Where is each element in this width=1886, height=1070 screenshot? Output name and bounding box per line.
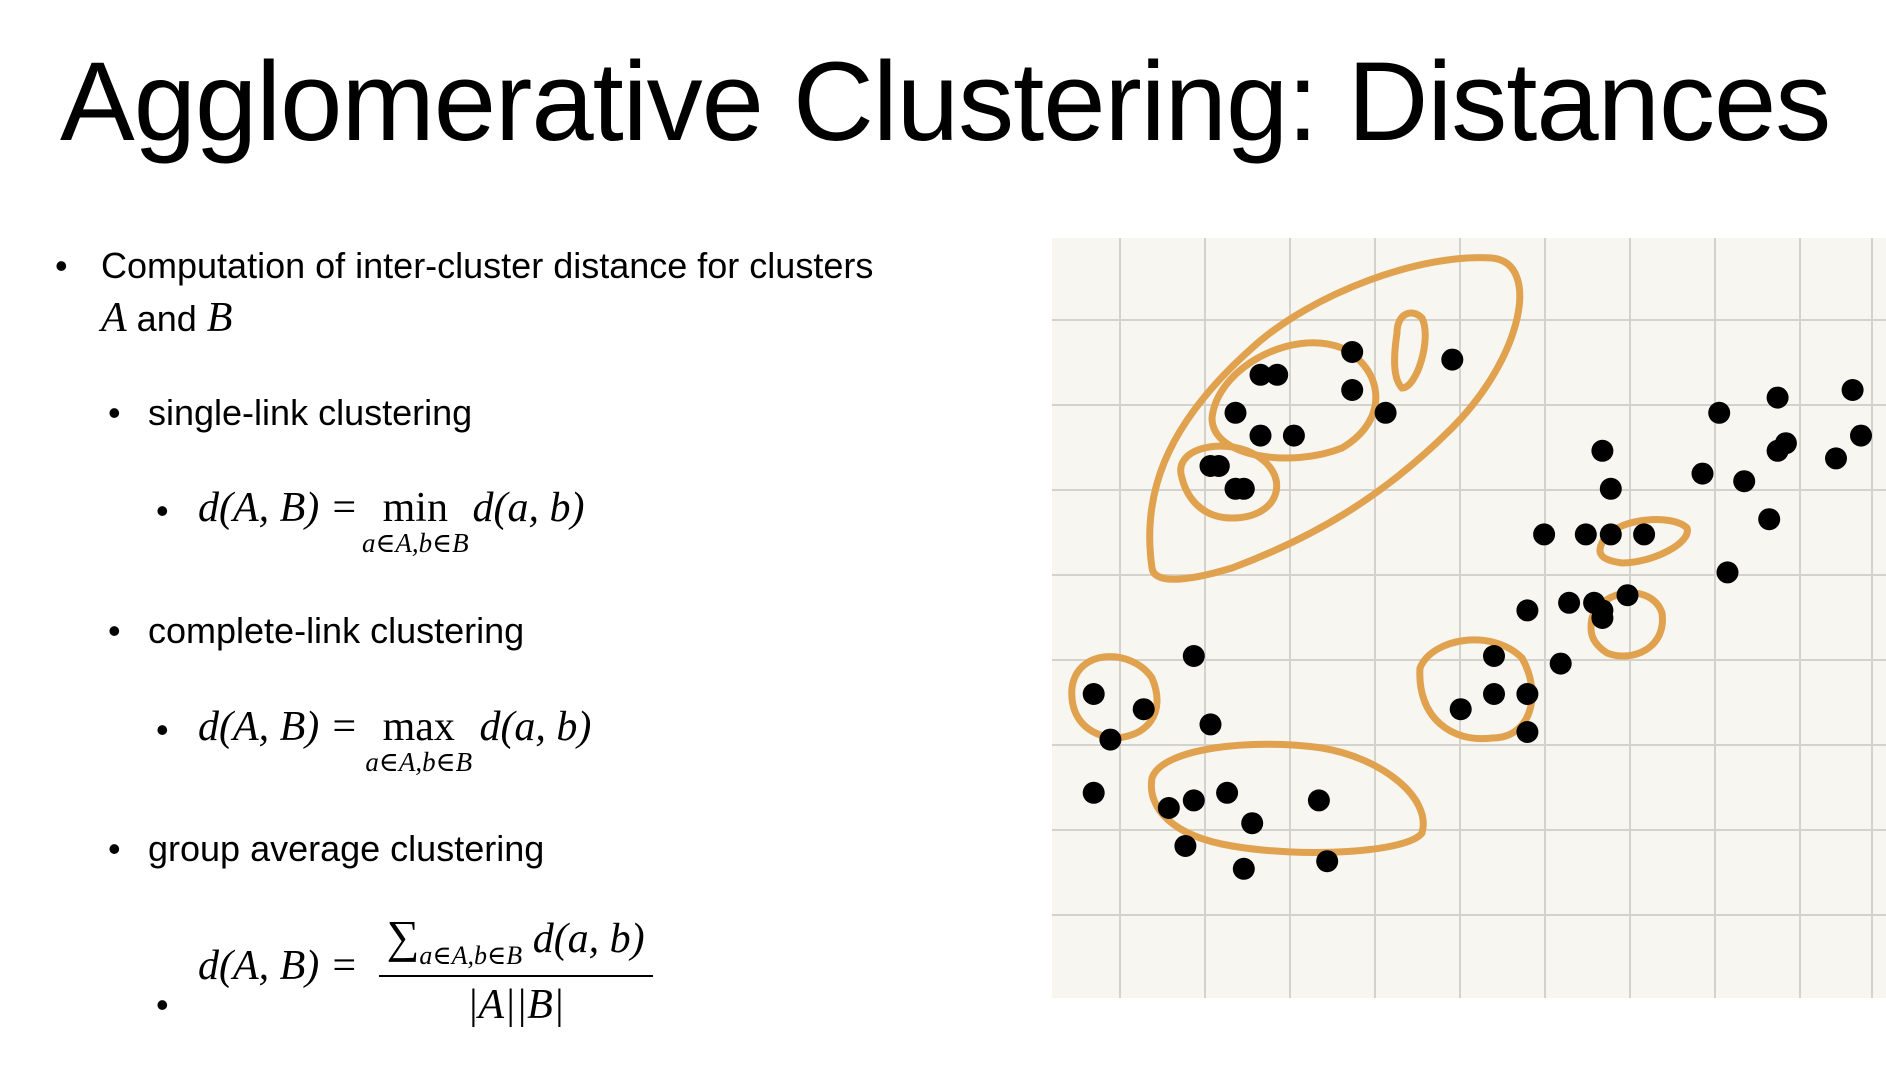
data-point — [1574, 523, 1597, 546]
intro-and: and — [136, 298, 197, 339]
graph-paper — [1052, 238, 1886, 998]
formula-operator: min — [382, 485, 448, 531]
formula-operator: max — [382, 704, 455, 750]
formula-complete-link: • d(A, B) = max a∈A,b∈B d(a, b) — [156, 704, 592, 777]
fraction-denominator: |A||B| — [466, 982, 565, 1028]
data-point — [1224, 401, 1247, 424]
data-point — [1599, 523, 1622, 546]
data-point — [1182, 789, 1205, 812]
data-point — [1716, 561, 1739, 584]
data-point — [1082, 683, 1105, 705]
data-point — [1850, 424, 1872, 447]
method-label: group average clustering — [148, 828, 545, 869]
data-point — [1249, 363, 1272, 386]
data-point — [1099, 728, 1122, 751]
data-point — [1591, 439, 1614, 462]
data-point — [1549, 652, 1572, 675]
bullet-dot: • — [55, 245, 68, 286]
data-point — [1249, 424, 1272, 447]
data-point — [1199, 713, 1222, 736]
data-point — [1825, 447, 1847, 470]
data-point — [1516, 683, 1539, 705]
formula-subscript: a∈A,b∈B — [361, 528, 469, 558]
data-point — [1774, 432, 1797, 455]
var-b: B — [206, 295, 233, 341]
method-label: complete-link clustering — [148, 610, 525, 651]
sum-symbol: ∑ — [386, 911, 420, 962]
var-a: A — [101, 295, 127, 341]
sum-subscript: a∈A,b∈B — [419, 941, 523, 970]
fraction-bar — [378, 975, 653, 977]
data-point — [1316, 850, 1339, 873]
data-point — [1758, 508, 1781, 531]
formula-lhs: d(A, B) = — [198, 704, 359, 750]
data-point — [1449, 698, 1472, 721]
formula-group-average: • d(A, B) = ∑a∈A,b∈B d(a, b) |A||B| — [156, 910, 653, 1029]
formula-lhs: d(A, B) = — [198, 943, 359, 990]
bullet-single-link: • single-link clustering — [108, 392, 472, 434]
data-point — [1841, 379, 1864, 401]
data-point — [1558, 591, 1581, 614]
data-point — [1207, 455, 1230, 477]
formula-rhs: d(a, b) — [479, 704, 592, 750]
data-point — [1533, 523, 1556, 546]
data-point — [1516, 721, 1539, 743]
data-point — [1441, 348, 1464, 371]
slide-title: Agglomerative Clustering: Distances — [60, 39, 1831, 164]
data-point — [1599, 477, 1622, 500]
data-point — [1374, 401, 1397, 424]
data-point — [1132, 698, 1155, 721]
bullet-group-average: • group average clustering — [108, 828, 544, 870]
data-point — [1157, 797, 1180, 819]
bullet-intro: • Computation of inter-cluster distance … — [55, 240, 1055, 345]
formula-rhs: d(a, b) — [472, 485, 585, 531]
cluster-figure — [1052, 238, 1886, 998]
data-point — [1082, 781, 1105, 804]
data-point — [1216, 781, 1239, 804]
fraction-numerator: d(a, b) — [532, 916, 645, 962]
data-point — [1232, 857, 1255, 880]
data-point — [1282, 424, 1305, 447]
formula-subscript: a∈A,b∈B — [365, 747, 473, 777]
bullet-dot: • — [108, 610, 121, 651]
data-point — [1341, 341, 1364, 363]
data-point — [1483, 683, 1505, 705]
data-point — [1616, 584, 1639, 607]
data-point — [1232, 477, 1255, 500]
data-point — [1182, 645, 1205, 667]
formula-lhs: d(A, B) = — [198, 485, 359, 531]
bullet-complete-link: • complete-link clustering — [108, 610, 524, 652]
formula-single-link: • d(A, B) = min a∈A,b∈B d(a, b) — [156, 485, 585, 558]
method-label: single-link clustering — [148, 392, 473, 433]
data-point — [1766, 386, 1789, 409]
data-point — [1708, 401, 1731, 424]
bullet-list: • Computation of inter-cluster distance … — [55, 240, 1055, 345]
data-point — [1174, 835, 1197, 857]
data-point — [1591, 607, 1614, 629]
data-point — [1516, 599, 1539, 622]
bullet-dot: • — [108, 392, 121, 433]
intro-text: Computation of inter-cluster distance fo… — [101, 245, 874, 286]
formula-fraction: ∑a∈A,b∈B d(a, b) |A||B| — [378, 910, 653, 1029]
data-point — [1691, 462, 1714, 485]
data-point — [1633, 523, 1656, 546]
data-point — [1241, 812, 1264, 835]
data-point — [1341, 379, 1364, 401]
data-point — [1733, 470, 1756, 493]
data-point — [1483, 645, 1505, 667]
data-point — [1307, 789, 1330, 812]
bullet-dot: • — [108, 828, 121, 869]
